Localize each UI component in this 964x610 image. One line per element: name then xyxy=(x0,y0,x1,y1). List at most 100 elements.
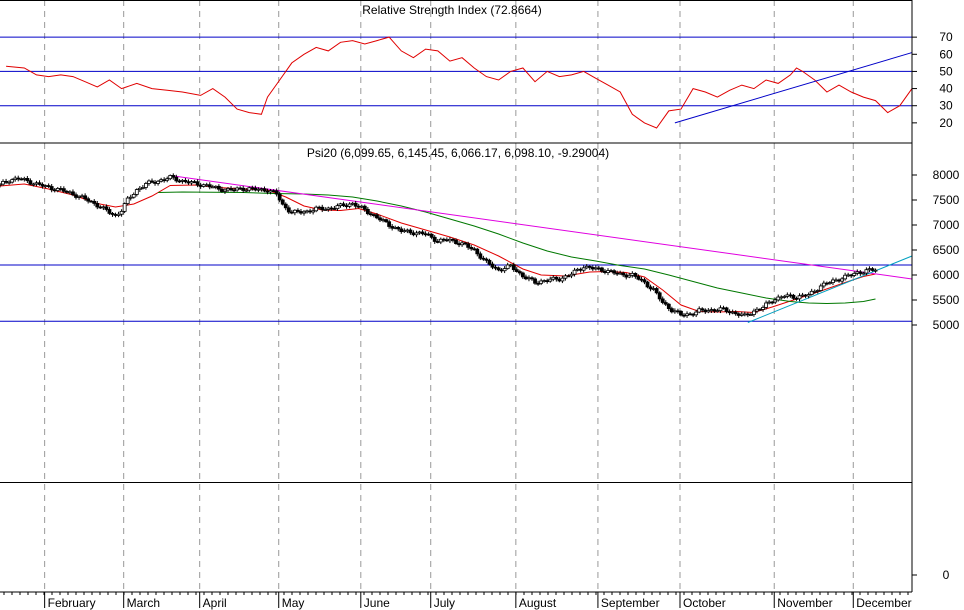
candle-body-253 xyxy=(764,302,768,308)
candle-body-42 xyxy=(122,203,127,212)
candle-body-8 xyxy=(19,178,24,181)
candle-body-143 xyxy=(429,233,434,238)
candle-body-243 xyxy=(733,311,738,315)
month-label-11: December xyxy=(856,596,911,610)
candle-body-29 xyxy=(83,195,88,200)
candle-body-207 xyxy=(624,274,629,278)
candle-body-15 xyxy=(40,184,45,187)
candle-body-13 xyxy=(34,182,39,185)
candle-body-214 xyxy=(645,281,650,288)
candle-body-105 xyxy=(314,206,319,212)
candle-body-112 xyxy=(335,205,340,210)
candle-body-32 xyxy=(92,200,97,204)
candle-body-107 xyxy=(320,206,325,211)
candle-body-111 xyxy=(332,208,337,210)
candle-body-10 xyxy=(25,178,30,182)
price-tick-label-7500: 7500 xyxy=(933,193,960,207)
candle-body-128 xyxy=(384,219,388,223)
candle-body-67 xyxy=(198,184,203,187)
candle-body-168 xyxy=(505,264,510,269)
candle-body-287 xyxy=(867,268,872,271)
candle-body-260 xyxy=(785,294,790,297)
price-tick-label-7000: 7000 xyxy=(933,218,960,232)
candle-body-102 xyxy=(305,210,309,213)
candle-body-59 xyxy=(174,176,179,182)
candle-body-217 xyxy=(654,288,659,294)
candle-body-6 xyxy=(13,177,18,181)
candle-body-283 xyxy=(855,271,860,274)
candle-body-116 xyxy=(347,203,352,207)
rsi-tick-label-70: 70 xyxy=(939,30,953,44)
month-label-4: May xyxy=(282,596,305,610)
candle-body-134 xyxy=(402,230,407,233)
candle-body-170 xyxy=(511,264,516,271)
candle-body-272 xyxy=(821,282,826,287)
candle-body-196 xyxy=(590,267,595,270)
candle-body-208 xyxy=(627,274,632,278)
candle-body-164 xyxy=(493,266,498,269)
candle-body-228 xyxy=(688,313,692,316)
candle-body-189 xyxy=(569,273,574,277)
candle-body-113 xyxy=(338,203,343,207)
candle-body-167 xyxy=(502,268,507,272)
price-tick-label-6000: 6000 xyxy=(933,268,960,282)
candle-body-197 xyxy=(593,267,598,270)
candle-body-31 xyxy=(89,200,94,203)
candle-body-151 xyxy=(454,239,458,245)
candle-body-71 xyxy=(210,186,215,189)
candle-body-26 xyxy=(74,194,78,198)
candle-body-222 xyxy=(669,308,674,313)
price-title: Psi20 (6,099.65, 6,145.45, 6,066.17, 6,0… xyxy=(307,146,609,160)
candle-body-25 xyxy=(71,191,75,196)
candle-body-246 xyxy=(742,313,747,316)
candle-body-12 xyxy=(31,183,36,186)
candle-body-48 xyxy=(140,187,145,189)
candle-body-254 xyxy=(767,301,772,304)
candle-body-115 xyxy=(344,205,349,208)
candle-body-19 xyxy=(52,189,57,192)
rsi-tick-label-60: 60 xyxy=(939,47,953,61)
candle-body-265 xyxy=(800,294,805,297)
candle-body-98 xyxy=(292,209,297,214)
candle-body-88 xyxy=(262,188,267,192)
candle-body-75 xyxy=(223,189,227,192)
candle-body-154 xyxy=(463,242,468,245)
candle-body-60 xyxy=(177,180,182,183)
candle-body-94 xyxy=(280,199,285,205)
candle-body-236 xyxy=(712,309,717,312)
candle-body-23 xyxy=(64,190,69,193)
candle-body-80 xyxy=(238,187,243,190)
candle-body-276 xyxy=(834,279,838,282)
candle-body-204 xyxy=(615,272,620,275)
candle-body-132 xyxy=(396,227,401,230)
candle-body-235 xyxy=(709,309,714,311)
candle-body-16 xyxy=(43,185,48,187)
candle-body-257 xyxy=(776,296,781,301)
candle-body-85 xyxy=(253,187,258,191)
candle-body-122 xyxy=(365,208,370,215)
candle-body-144 xyxy=(432,236,437,242)
month-label-9: October xyxy=(683,596,726,610)
price-tick-label-5000: 5000 xyxy=(933,318,960,332)
candle-body-215 xyxy=(648,286,653,290)
candle-body-55 xyxy=(162,179,167,182)
candle-body-149 xyxy=(448,238,452,242)
candle-body-72 xyxy=(213,185,218,188)
candle-body-35 xyxy=(101,206,106,209)
rsi-tick-label-40: 40 xyxy=(939,82,953,96)
candle-body-36 xyxy=(104,206,109,210)
candle-body-271 xyxy=(818,285,823,291)
candle-body-145 xyxy=(435,241,440,243)
candle-body-20 xyxy=(55,188,60,191)
candle-body-279 xyxy=(843,274,848,280)
candle-body-186 xyxy=(560,277,565,282)
candle-body-182 xyxy=(548,278,553,282)
candle-body-37 xyxy=(107,209,112,214)
chart-background xyxy=(0,0,964,610)
candle-body-34 xyxy=(98,206,103,209)
candle-body-184 xyxy=(554,276,559,280)
candle-body-278 xyxy=(840,278,844,282)
candle-body-65 xyxy=(192,181,197,183)
candle-body-160 xyxy=(481,257,486,260)
candle-body-3 xyxy=(4,180,8,183)
